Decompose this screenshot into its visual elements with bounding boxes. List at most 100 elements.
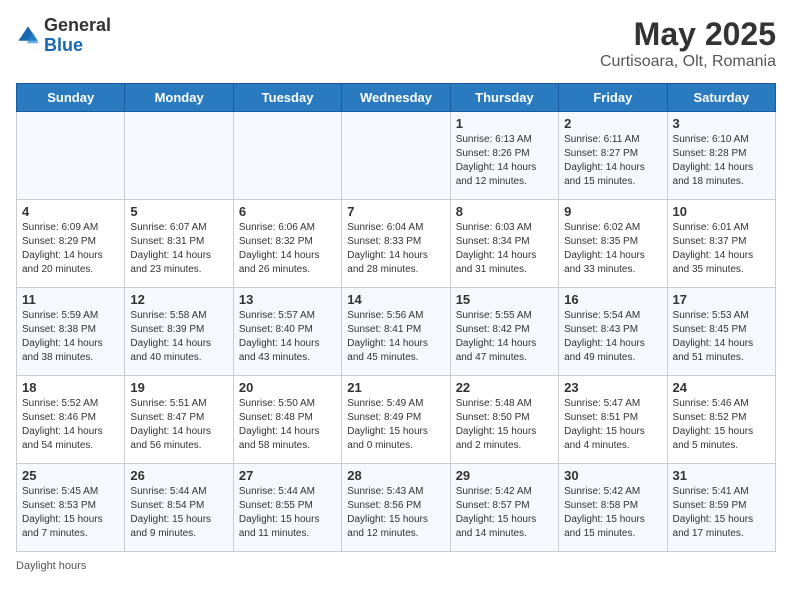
day-info: Sunrise: 5:44 AM Sunset: 8:54 PM Dayligh… (130, 485, 227, 541)
day-info: Sunrise: 6:04 AM Sunset: 8:33 PM Dayligh… (347, 221, 444, 277)
day-cell (125, 112, 233, 200)
calendar-body: 1 Sunrise: 6:13 AM Sunset: 8:26 PM Daylig… (17, 112, 776, 552)
day-info: Sunrise: 5:55 AM Sunset: 8:42 PM Dayligh… (456, 309, 553, 365)
day-info: Sunrise: 6:06 AM Sunset: 8:32 PM Dayligh… (239, 221, 336, 277)
week-row-3: 11 Sunrise: 5:59 AM Sunset: 8:38 PM Dayli… (17, 288, 776, 376)
day-number: 10 (673, 204, 770, 219)
day-number: 16 (564, 292, 661, 307)
day-info: Sunrise: 6:07 AM Sunset: 8:31 PM Dayligh… (130, 221, 227, 277)
header-cell-tuesday: Tuesday (233, 84, 341, 112)
day-cell: 24 Sunrise: 5:46 AM Sunset: 8:52 PM Dayli… (667, 376, 775, 464)
day-cell: 29Sunrise: 5:42 AM Sunset: 8:57 PM Dayli… (450, 464, 558, 552)
day-cell: 20Sunrise: 5:50 AM Sunset: 8:48 PM Dayli… (233, 376, 341, 464)
day-info: Sunrise: 6:10 AM Sunset: 8:28 PM Dayligh… (673, 133, 770, 189)
day-cell: 3 Sunrise: 6:10 AM Sunset: 8:28 PM Daylig… (667, 112, 775, 200)
day-number: 5 (130, 204, 227, 219)
day-info: Sunrise: 5:59 AM Sunset: 8:38 PM Dayligh… (22, 309, 119, 365)
location-title: Curtisoara, Olt, Romania (600, 53, 776, 71)
day-cell: 15 Sunrise: 5:55 AM Sunset: 8:42 PM Dayli… (450, 288, 558, 376)
day-info: Sunrise: 5:49 AM Sunset: 8:49 PM Dayligh… (347, 397, 444, 453)
day-info: Sunrise: 5:44 AM Sunset: 8:55 PM Dayligh… (239, 485, 336, 541)
day-number: 3 (673, 116, 770, 131)
day-cell: 8Sunrise: 6:03 AM Sunset: 8:34 PM Daylig… (450, 200, 558, 288)
day-number: 4 (22, 204, 119, 219)
title-area: May 2025 Curtisoara, Olt, Romania (600, 16, 776, 71)
day-info: Sunrise: 6:01 AM Sunset: 8:37 PM Dayligh… (673, 221, 770, 277)
day-number: 26 (130, 468, 227, 483)
day-cell: 23 Sunrise: 5:47 AM Sunset: 8:51 PM Dayli… (559, 376, 667, 464)
week-row-4: 18Sunrise: 5:52 AM Sunset: 8:46 PM Dayli… (17, 376, 776, 464)
day-cell: 10 Sunrise: 6:01 AM Sunset: 8:37 PM Dayli… (667, 200, 775, 288)
day-number: 19 (130, 380, 227, 395)
day-number: 11 (22, 292, 119, 307)
day-info: Sunrise: 6:11 AM Sunset: 8:27 PM Dayligh… (564, 133, 661, 189)
day-number: 2 (564, 116, 661, 131)
day-cell (233, 112, 341, 200)
footer-note: Daylight hours (16, 560, 776, 572)
day-cell: 22Sunrise: 5:48 AM Sunset: 8:50 PM Dayli… (450, 376, 558, 464)
day-info: Sunrise: 5:58 AM Sunset: 8:39 PM Dayligh… (130, 309, 227, 365)
day-cell: 19Sunrise: 5:51 AM Sunset: 8:47 PM Dayli… (125, 376, 233, 464)
day-info: Sunrise: 6:02 AM Sunset: 8:35 PM Dayligh… (564, 221, 661, 277)
day-info: Sunrise: 5:53 AM Sunset: 8:45 PM Dayligh… (673, 309, 770, 365)
day-cell: 9 Sunrise: 6:02 AM Sunset: 8:35 PM Daylig… (559, 200, 667, 288)
day-number: 13 (239, 292, 336, 307)
day-number: 27 (239, 468, 336, 483)
calendar-header: SundayMondayTuesdayWednesdayThursdayFrid… (17, 84, 776, 112)
day-cell: 4 Sunrise: 6:09 AM Sunset: 8:29 PM Daylig… (17, 200, 125, 288)
day-number: 14 (347, 292, 444, 307)
day-number: 22 (456, 380, 553, 395)
day-number: 7 (347, 204, 444, 219)
day-cell: 27 Sunrise: 5:44 AM Sunset: 8:55 PM Dayli… (233, 464, 341, 552)
day-number: 31 (673, 468, 770, 483)
logo-text: General Blue (44, 16, 111, 56)
day-number: 1 (456, 116, 553, 131)
day-cell: 17Sunrise: 5:53 AM Sunset: 8:45 PM Dayli… (667, 288, 775, 376)
day-cell: 31 Sunrise: 5:41 AM Sunset: 8:59 PM Dayli… (667, 464, 775, 552)
header-cell-sunday: Sunday (17, 84, 125, 112)
header-cell-monday: Monday (125, 84, 233, 112)
day-info: Sunrise: 5:46 AM Sunset: 8:52 PM Dayligh… (673, 397, 770, 453)
day-cell: 30Sunrise: 5:42 AM Sunset: 8:58 PM Dayli… (559, 464, 667, 552)
day-info: Sunrise: 6:03 AM Sunset: 8:34 PM Dayligh… (456, 221, 553, 277)
day-info: Sunrise: 5:47 AM Sunset: 8:51 PM Dayligh… (564, 397, 661, 453)
day-number: 18 (22, 380, 119, 395)
day-cell: 5 Sunrise: 6:07 AM Sunset: 8:31 PM Daylig… (125, 200, 233, 288)
day-info: Sunrise: 6:09 AM Sunset: 8:29 PM Dayligh… (22, 221, 119, 277)
day-cell: 11 Sunrise: 5:59 AM Sunset: 8:38 PM Dayli… (17, 288, 125, 376)
day-number: 9 (564, 204, 661, 219)
logo-icon (16, 24, 40, 48)
month-title: May 2025 (600, 16, 776, 53)
day-cell: 18Sunrise: 5:52 AM Sunset: 8:46 PM Dayli… (17, 376, 125, 464)
day-cell: 7 Sunrise: 6:04 AM Sunset: 8:33 PM Daylig… (342, 200, 450, 288)
day-cell: 14 Sunrise: 5:56 AM Sunset: 8:41 PM Dayli… (342, 288, 450, 376)
day-number: 23 (564, 380, 661, 395)
day-cell: 21 Sunrise: 5:49 AM Sunset: 8:49 PM Dayli… (342, 376, 450, 464)
header-row: SundayMondayTuesdayWednesdayThursdayFrid… (17, 84, 776, 112)
header-cell-wednesday: Wednesday (342, 84, 450, 112)
day-info: Sunrise: 6:13 AM Sunset: 8:26 PM Dayligh… (456, 133, 553, 189)
day-number: 15 (456, 292, 553, 307)
day-cell (342, 112, 450, 200)
week-row-1: 1 Sunrise: 6:13 AM Sunset: 8:26 PM Daylig… (17, 112, 776, 200)
day-info: Sunrise: 5:56 AM Sunset: 8:41 PM Dayligh… (347, 309, 444, 365)
header-cell-thursday: Thursday (450, 84, 558, 112)
day-cell: 28Sunrise: 5:43 AM Sunset: 8:56 PM Dayli… (342, 464, 450, 552)
day-number: 6 (239, 204, 336, 219)
day-info: Sunrise: 5:57 AM Sunset: 8:40 PM Dayligh… (239, 309, 336, 365)
day-cell: 13 Sunrise: 5:57 AM Sunset: 8:40 PM Dayli… (233, 288, 341, 376)
day-cell: 25Sunrise: 5:45 AM Sunset: 8:53 PM Dayli… (17, 464, 125, 552)
day-number: 30 (564, 468, 661, 483)
day-number: 12 (130, 292, 227, 307)
day-number: 28 (347, 468, 444, 483)
day-info: Sunrise: 5:41 AM Sunset: 8:59 PM Dayligh… (673, 485, 770, 541)
header-cell-friday: Friday (559, 84, 667, 112)
day-number: 24 (673, 380, 770, 395)
day-info: Sunrise: 5:42 AM Sunset: 8:57 PM Dayligh… (456, 485, 553, 541)
header-cell-saturday: Saturday (667, 84, 775, 112)
week-row-5: 25Sunrise: 5:45 AM Sunset: 8:53 PM Dayli… (17, 464, 776, 552)
day-cell: 26 Sunrise: 5:44 AM Sunset: 8:54 PM Dayli… (125, 464, 233, 552)
day-cell: 16Sunrise: 5:54 AM Sunset: 8:43 PM Dayli… (559, 288, 667, 376)
day-number: 21 (347, 380, 444, 395)
header: General Blue May 2025 Curtisoara, Olt, R… (16, 16, 776, 71)
